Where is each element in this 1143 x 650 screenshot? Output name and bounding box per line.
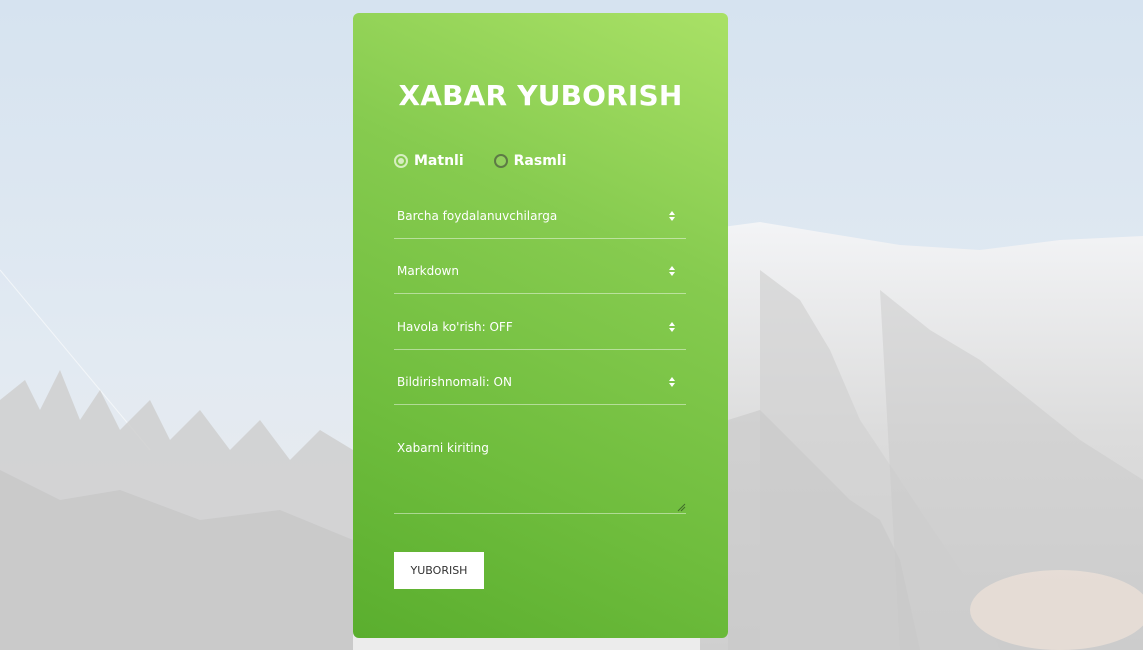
notifications-select-value: Bildirishnomali: ON (397, 375, 512, 389)
send-message-card: XABAR YUBORISH Matnli Rasmli Barcha foyd… (353, 13, 728, 638)
audience-select[interactable]: Barcha foydalanuvchilarga (394, 203, 686, 239)
radio-label-matnli: Matnli (414, 153, 464, 169)
radio-unchecked-icon[interactable] (493, 154, 508, 168)
sort-updown-icon (669, 266, 675, 276)
parse-mode-select[interactable]: Markdown (394, 258, 686, 294)
sort-updown-icon (669, 322, 675, 332)
message-type-radio-group: Matnli Rasmli (394, 153, 596, 169)
resize-handle-icon[interactable] (677, 503, 686, 512)
sort-updown-icon (669, 211, 675, 221)
message-textarea[interactable]: Xabarni kiriting (394, 433, 686, 514)
radio-option-rasmli[interactable]: Rasmli (493, 153, 567, 169)
radio-option-matnli[interactable]: Matnli (394, 153, 464, 169)
submit-button[interactable]: YUBORISH (394, 552, 484, 589)
link-preview-select[interactable]: Havola ko'rish: OFF (394, 314, 686, 350)
audience-select-value: Barcha foydalanuvchilarga (397, 209, 558, 223)
sort-updown-icon (669, 377, 675, 387)
message-placeholder: Xabarni kiriting (397, 441, 489, 455)
form-title: XABAR YUBORISH (398, 79, 683, 112)
notifications-select[interactable]: Bildirishnomali: ON (394, 369, 686, 405)
radio-label-rasmli: Rasmli (513, 153, 567, 169)
radio-checked-icon[interactable] (394, 154, 408, 168)
parse-mode-select-value: Markdown (397, 264, 459, 278)
link-preview-select-value: Havola ko'rish: OFF (397, 320, 513, 334)
